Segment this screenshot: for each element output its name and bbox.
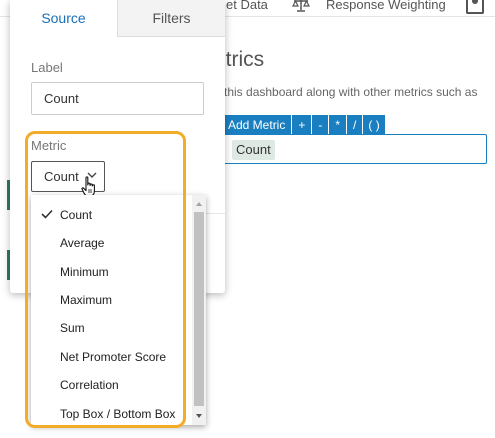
parentheses-button[interactable]: ( ) bbox=[363, 115, 385, 135]
label-input[interactable] bbox=[31, 82, 204, 115]
metric-dropdown-list: Count Average Minimum Maximum Sum Net Pr… bbox=[31, 195, 206, 425]
formula-input[interactable]: Count bbox=[222, 134, 487, 164]
plus-operator-button[interactable]: + bbox=[292, 115, 312, 135]
tab-filters[interactable]: Filters bbox=[117, 0, 225, 37]
nav-item-set-data[interactable]: et Data bbox=[226, 0, 268, 12]
option-average[interactable]: Average bbox=[31, 226, 192, 254]
panel-tabs: Source Filters bbox=[10, 0, 225, 37]
formula-toolbar: Add Metric + - * / ( ) bbox=[222, 115, 386, 135]
user-profile-icon[interactable] bbox=[466, 0, 484, 14]
add-metric-button[interactable]: Add Metric bbox=[222, 115, 292, 135]
multiply-operator-button[interactable]: * bbox=[329, 115, 347, 135]
option-label: Average bbox=[60, 236, 105, 250]
option-correlation[interactable]: Correlation bbox=[31, 368, 192, 396]
option-label: Net Promoter Score bbox=[60, 350, 167, 364]
formula-token-count[interactable]: Count bbox=[232, 140, 275, 160]
option-label: Correlation bbox=[60, 378, 119, 392]
option-label: Sum bbox=[60, 321, 85, 335]
tab-source[interactable]: Source bbox=[10, 0, 117, 37]
label-field-label: Label bbox=[31, 60, 63, 75]
minus-operator-button[interactable]: - bbox=[312, 115, 329, 135]
dropdown-scrollbar[interactable] bbox=[192, 195, 206, 425]
option-sum[interactable]: Sum bbox=[31, 311, 192, 339]
scale-icon bbox=[292, 0, 310, 12]
option-label: Minimum bbox=[60, 265, 109, 279]
checkmark-icon bbox=[41, 209, 53, 219]
option-label: Top Box / Bottom Box bbox=[60, 407, 176, 421]
metric-select-value: Count bbox=[44, 169, 79, 184]
option-count[interactable]: Count bbox=[31, 198, 192, 226]
divide-operator-button[interactable]: / bbox=[347, 115, 363, 135]
option-top-box-bottom-box[interactable]: Top Box / Bottom Box bbox=[31, 397, 192, 425]
option-net-promoter-score[interactable]: Net Promoter Score bbox=[31, 340, 192, 368]
option-label: Count bbox=[60, 208, 93, 222]
option-minimum[interactable]: Minimum bbox=[31, 255, 192, 283]
option-maximum[interactable]: Maximum bbox=[31, 283, 192, 311]
scroll-up-arrow-icon[interactable] bbox=[192, 197, 206, 211]
page-description: n this dashboard along with other metric… bbox=[214, 85, 478, 99]
scroll-down-arrow-icon[interactable] bbox=[192, 409, 206, 423]
option-label: Maximum bbox=[60, 293, 113, 307]
nav-item-response-weighting[interactable]: Response Weighting bbox=[326, 0, 446, 12]
scrollbar-thumb[interactable] bbox=[194, 212, 204, 406]
metric-field-label: Metric bbox=[31, 138, 67, 153]
